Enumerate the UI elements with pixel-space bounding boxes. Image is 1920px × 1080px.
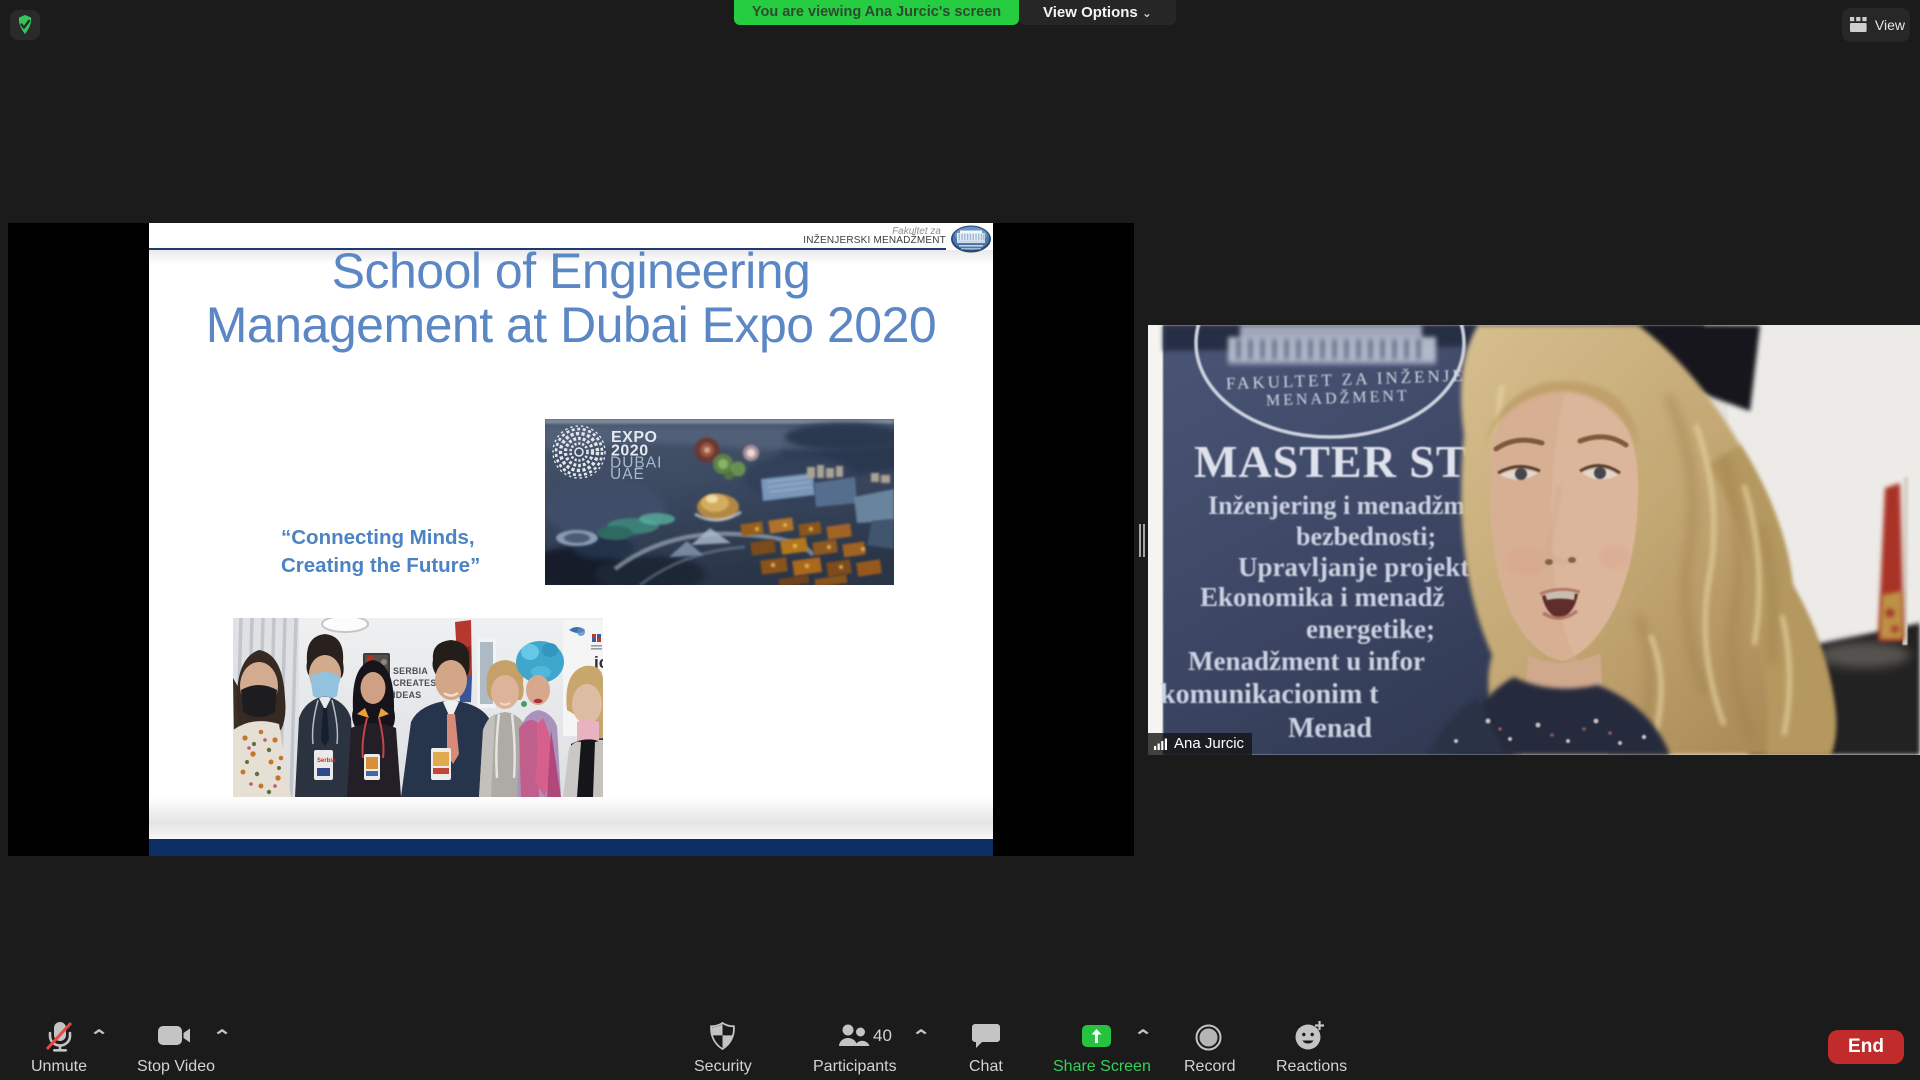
svg-text:Inženjering i menadžm: Inženjering i menadžm bbox=[1208, 491, 1465, 520]
svg-text:Upravljanje projekt: Upravljanje projekt bbox=[1238, 552, 1469, 582]
svg-text:Ekonomika i menadž: Ekonomika i menadž bbox=[1200, 582, 1445, 612]
svg-text:UAE: UAE bbox=[610, 466, 645, 483]
svg-text:IDEAS: IDEAS bbox=[393, 690, 421, 700]
svg-text:CREATES: CREATES bbox=[393, 678, 436, 688]
svg-text:Serbia: Serbia bbox=[317, 758, 336, 764]
svg-text:Menad: Menad bbox=[1288, 713, 1372, 744]
svg-text:komunikacionim t: komunikacionim t bbox=[1160, 679, 1379, 710]
svg-text:energetike;: energetike; bbox=[1306, 614, 1435, 644]
svg-text:MASTER STU: MASTER STU bbox=[1194, 436, 1502, 487]
svg-text:Menadžment u infor: Menadžment u infor bbox=[1188, 646, 1425, 676]
svg-text:bezbednosti;: bezbednosti; bbox=[1296, 522, 1436, 551]
svg-text:SERBIA: SERBIA bbox=[393, 666, 428, 676]
